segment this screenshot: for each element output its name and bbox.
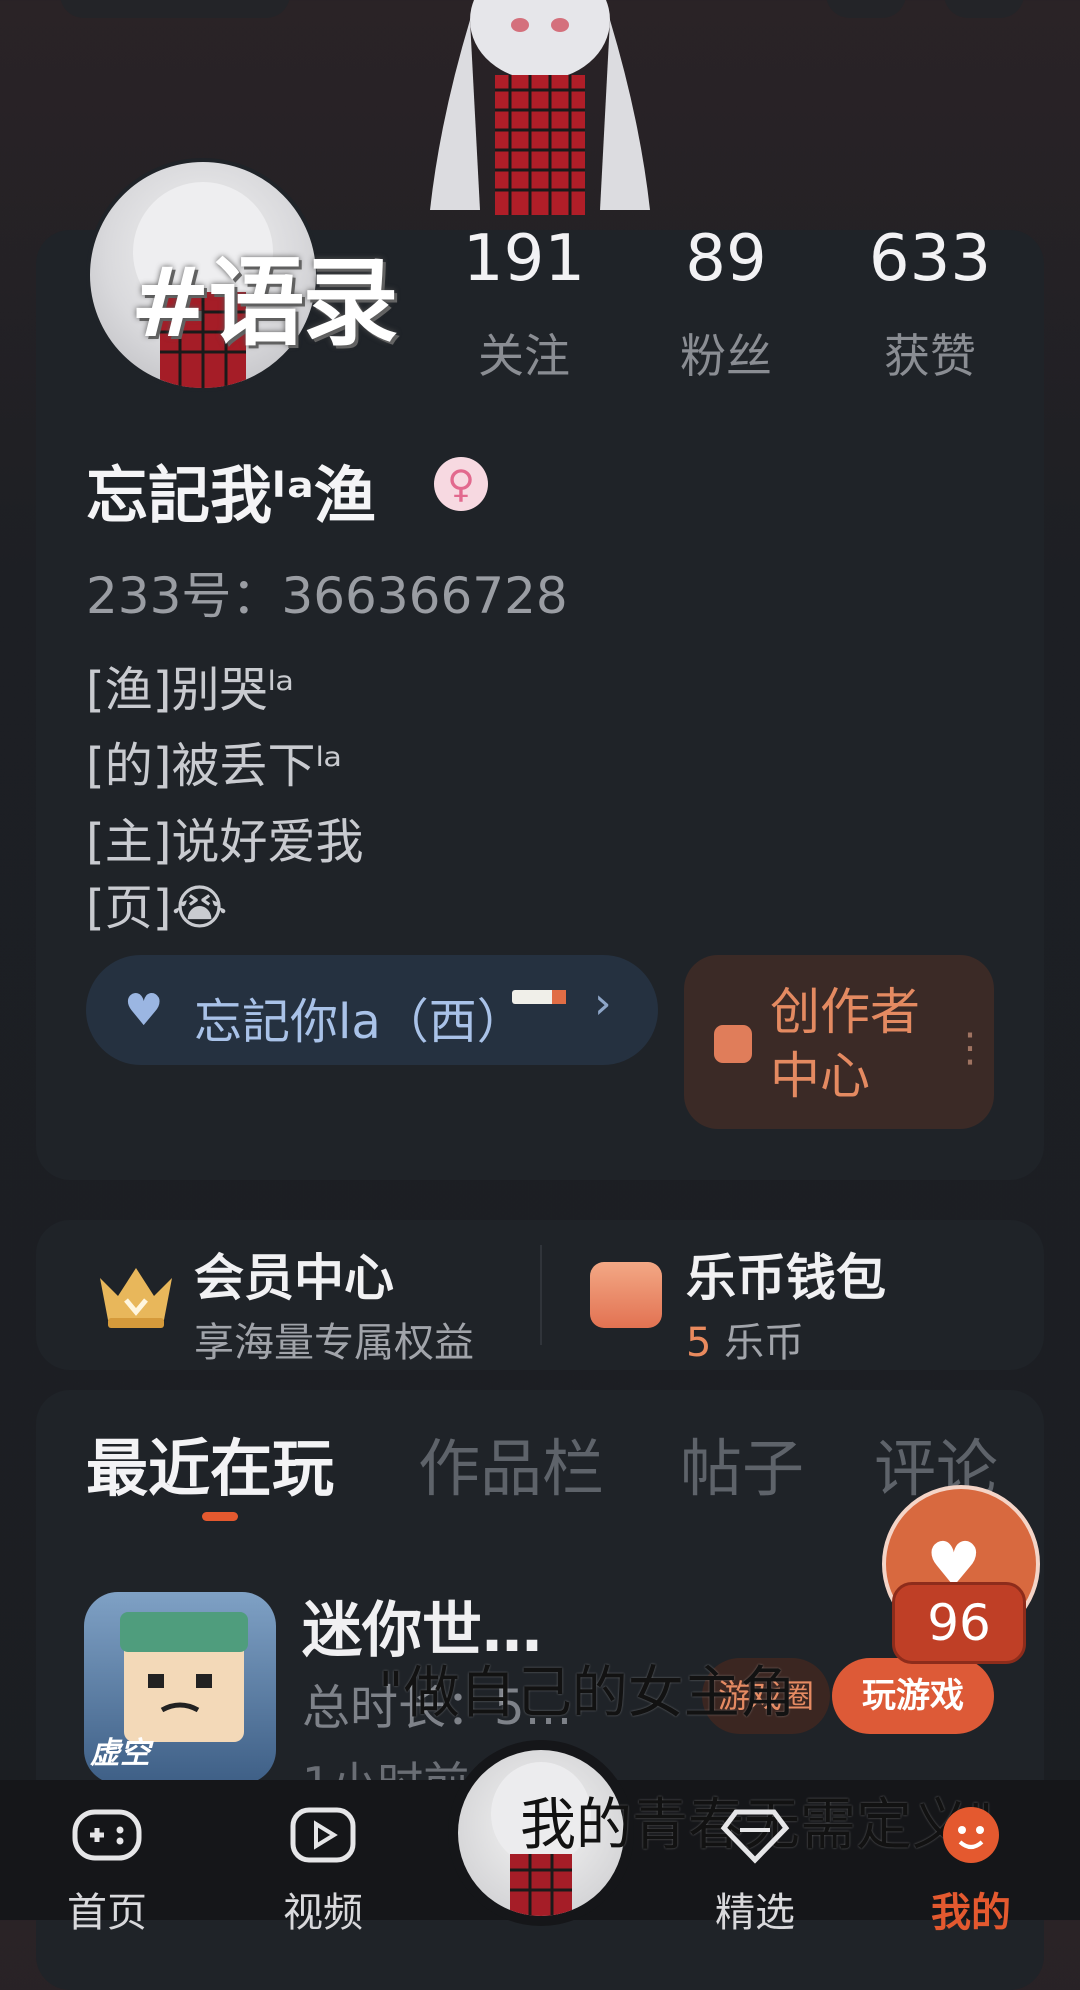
wallet-balance: 5 乐币 <box>686 1310 804 1368</box>
nav-home-label[interactable]: 首页 <box>47 1880 167 1938</box>
more-icon[interactable]: ⋮ <box>950 1025 990 1071</box>
wallet-title[interactable]: 乐币钱包 <box>686 1238 886 1310</box>
profile-name: 忘記我ˡᵃ渔 <box>86 459 376 532</box>
overlay-caption-line: "做自己的女主角 <box>378 1661 796 1726</box>
likes-count[interactable]: 633 <box>830 222 1030 296</box>
diamond-icon[interactable] <box>720 1806 790 1864</box>
nav-featured-label[interactable]: 精选 <box>695 1880 815 1938</box>
followers-count[interactable]: 89 <box>626 222 826 296</box>
active-tab-indicator <box>202 1512 238 1521</box>
creator-label-line: 创作者 <box>770 983 920 1041</box>
wallet-icon <box>590 1262 662 1328</box>
play-game-button[interactable]: 玩游戏 <box>832 1658 994 1734</box>
divider <box>540 1245 542 1345</box>
crown-icon <box>100 1268 172 1328</box>
tab-posts[interactable]: 帖子 <box>680 1418 804 1508</box>
banner-character-image <box>430 0 650 215</box>
creator-center-label: 创作者 中心 <box>770 980 950 1108</box>
female-icon: ♀ <box>434 457 488 511</box>
avatar-title-text: #语录 <box>130 247 398 359</box>
cigarette-tip-icon <box>552 990 566 1004</box>
following-count[interactable]: 191 <box>424 222 624 296</box>
banner-pill <box>60 0 290 18</box>
game-icon-text: 虚空 <box>90 1736 150 1771</box>
coin-unit: 乐币 <box>724 1320 805 1366</box>
followers-label[interactable]: 粉丝 <box>626 320 826 386</box>
chevron-right-icon: › <box>594 978 612 1029</box>
vip-center-subtitle: 享海量专属权益 <box>194 1320 474 1366</box>
gamepad-icon[interactable] <box>72 1806 142 1864</box>
nav-video-label[interactable]: 视频 <box>263 1880 383 1938</box>
following-label[interactable]: 关注 <box>424 320 624 386</box>
creator-label-line: 中心 <box>770 1047 870 1105</box>
nav-mine-label[interactable]: 我的 <box>911 1880 1031 1938</box>
tab-works[interactable]: 作品栏 <box>418 1418 604 1508</box>
game-icon[interactable]: 虚空 <box>84 1592 276 1784</box>
play-icon[interactable] <box>288 1806 358 1864</box>
vip-center-title[interactable]: 会员中心 <box>194 1238 394 1310</box>
relationship-tag-label: 忘記你la（西） <box>194 994 525 1050</box>
bio-line: [的]被丢下ˡᵃ <box>86 738 343 794</box>
heart-icon: ♥ <box>124 985 164 1036</box>
like-count: 96 <box>892 1582 1026 1664</box>
banner-button[interactable] <box>826 0 906 18</box>
bio-line: [渔]别哭ˡᵃ <box>86 662 295 718</box>
creator-gamepad-icon <box>714 1025 752 1063</box>
likes-label[interactable]: 获赞 <box>830 320 1030 386</box>
tab-recent-play[interactable]: 最近在玩 <box>86 1418 334 1508</box>
coin-count: 5 <box>686 1320 712 1366</box>
profile-icon[interactable] <box>936 1806 1006 1864</box>
bio-line: [主]说好爱我 <box>86 814 364 870</box>
banner-button[interactable] <box>944 0 1024 18</box>
profile-uid[interactable]: 233号：366366728 <box>86 556 568 628</box>
bio-line: [页]😭 <box>86 880 228 936</box>
